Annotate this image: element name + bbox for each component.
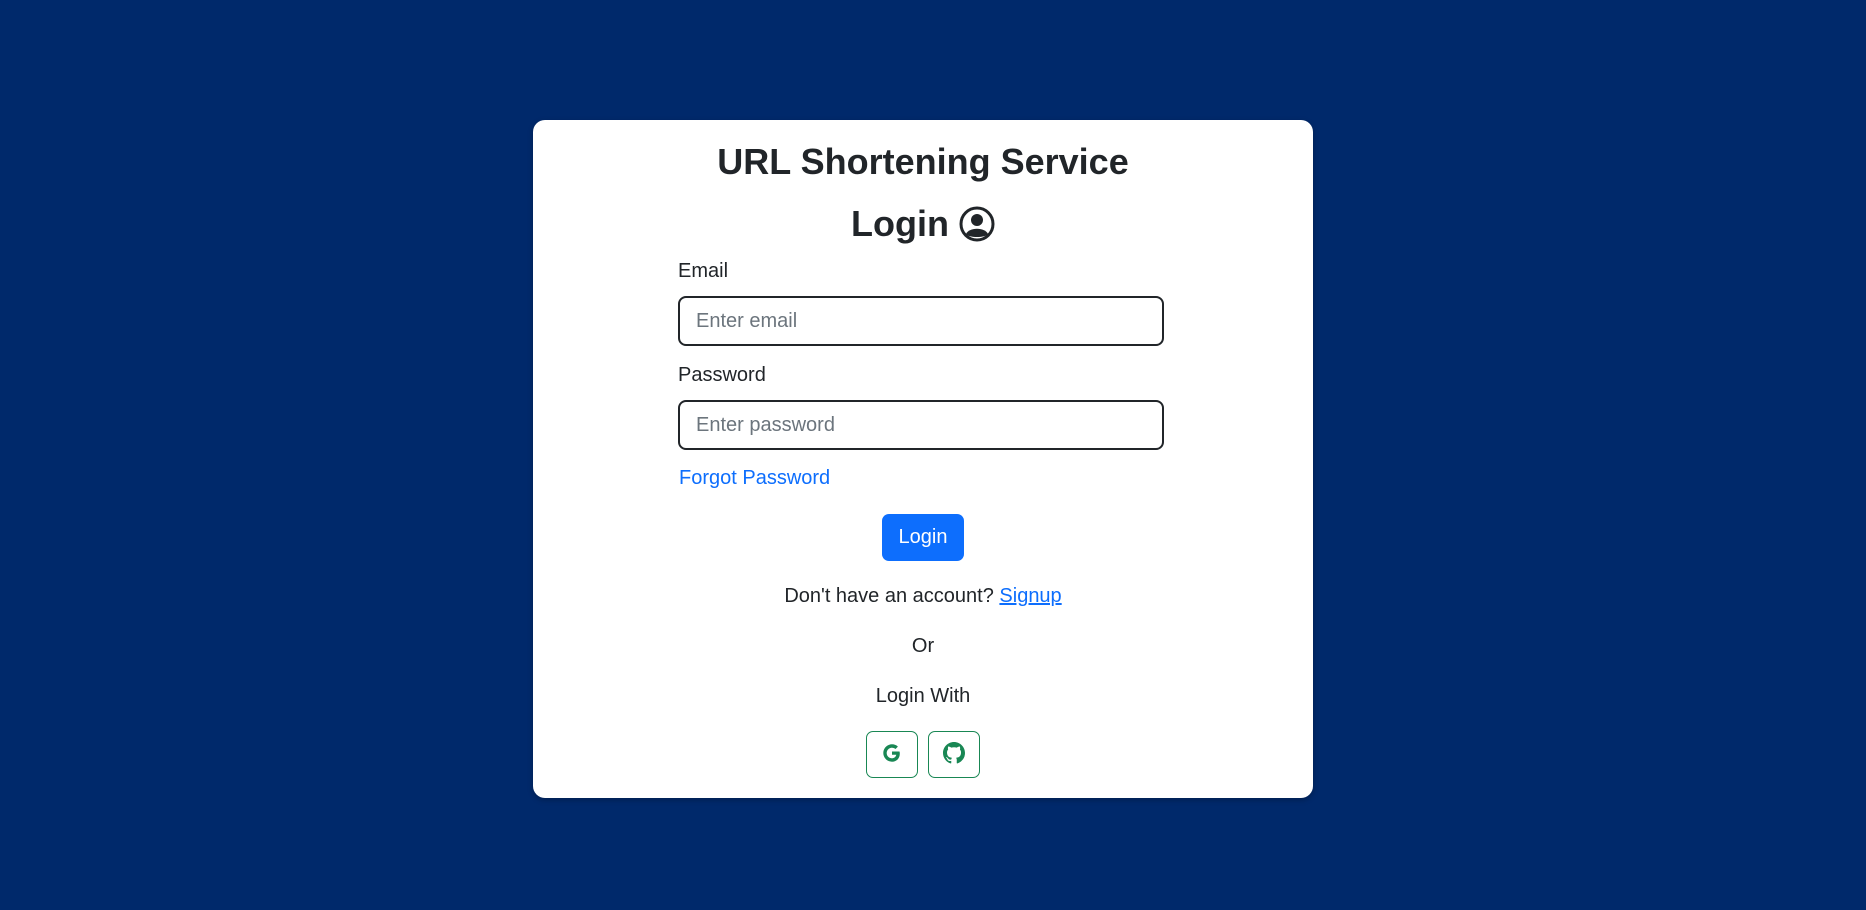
signup-prompt: Don't have an account? Signup <box>533 584 1313 608</box>
or-divider-text: Or <box>911 635 935 657</box>
forgot-password-link[interactable]: Forgot Password <box>679 466 830 490</box>
login-button[interactable]: Login <box>882 514 964 561</box>
signup-link[interactable]: Signup <box>999 585 1061 607</box>
login-card: URL Shortening Service Login Email Passw… <box>533 120 1313 798</box>
login-with-text: Login With <box>875 685 971 707</box>
email-label: Email <box>678 260 729 282</box>
google-login-button[interactable] <box>866 731 918 778</box>
no-account-text: Don't have an account? <box>784 585 994 607</box>
user-circle-icon <box>959 206 995 242</box>
email-field[interactable] <box>678 296 1164 346</box>
github-login-button[interactable] <box>928 731 980 778</box>
google-icon <box>881 742 903 767</box>
login-heading-text: Login <box>851 203 949 244</box>
login-heading: Login <box>533 202 1313 246</box>
github-icon <box>943 742 965 767</box>
password-label: Password <box>678 364 766 386</box>
password-field[interactable] <box>678 400 1164 450</box>
app-title: URL Shortening Service <box>717 141 1129 182</box>
